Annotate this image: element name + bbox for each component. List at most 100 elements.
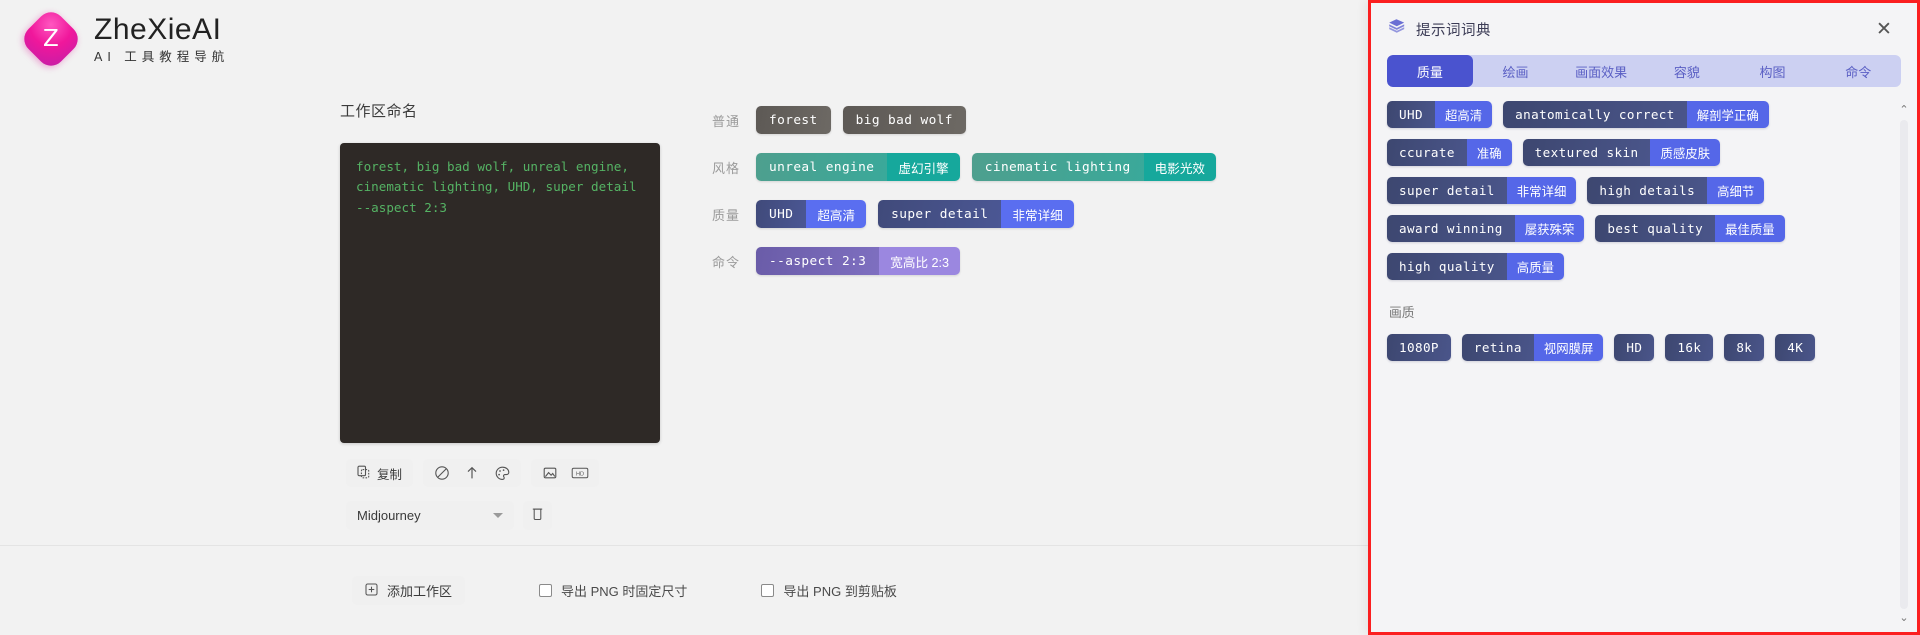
copy-button-label: 复制 xyxy=(377,467,403,482)
dictionary-tag[interactable]: HD xyxy=(1614,334,1655,361)
scrollbar-track[interactable] xyxy=(1900,120,1908,609)
dictionary-header: 提示词词典 ✕ xyxy=(1371,3,1917,55)
dictionary-tab[interactable]: 质量 xyxy=(1387,55,1473,87)
add-workspace-label: 添加工作区 xyxy=(387,584,453,599)
dictionary-tag-en: retina xyxy=(1461,334,1534,361)
app-root: Z ZheXieAI AI 工具教程导航 工作区命名 forest, big b… xyxy=(0,0,1920,635)
dictionary-tag[interactable]: high details 高细节 xyxy=(1587,177,1765,204)
prompt-tag[interactable]: forest xyxy=(756,106,831,134)
no-entry-icon[interactable] xyxy=(427,460,457,486)
prompt-tag-area: 普通 forest big bad wolf 风格 unreal engine 虚幻引擎 c… xyxy=(712,104,1216,292)
prompt-tag-zh: 虚幻引擎 xyxy=(887,153,960,181)
prompt-textarea[interactable]: forest, big bad wolf, unreal engine, cin… xyxy=(340,143,660,443)
palette-icon[interactable] xyxy=(487,460,517,486)
workspace-icon-group-1 xyxy=(423,459,522,487)
prompt-tag-zh: 超高清 xyxy=(806,200,867,228)
dictionary-tag-en: 4K xyxy=(1775,334,1816,361)
dictionary-tab[interactable]: 构图 xyxy=(1730,55,1816,87)
prompt-tag-en: cinematic lighting xyxy=(971,153,1144,181)
tag-list: unreal engine 虚幻引擎 cinematic lighting 电影光效 xyxy=(756,153,1216,181)
dictionary-tag[interactable]: anatomically correct 解剖学正确 xyxy=(1503,101,1769,128)
book-icon xyxy=(1387,18,1406,40)
dictionary-tag[interactable]: ccurate 准确 xyxy=(1387,139,1512,166)
dictionary-tag-list: UHD 超高清 anatomically correct 解剖学正确 ccurate 准确… xyxy=(1387,101,1901,280)
dictionary-tag-en: 8k xyxy=(1724,334,1765,361)
dictionary-title: 提示词词典 xyxy=(1416,22,1491,39)
chevron-down-icon xyxy=(493,513,503,518)
dictionary-tag-en: UHD xyxy=(1387,101,1435,128)
prompt-tag-en: --aspect 2:3 xyxy=(756,247,880,275)
dictionary-tag[interactable]: award winning 屡获殊荣 xyxy=(1387,215,1585,242)
dictionary-tag[interactable]: retina 视网膜屏 xyxy=(1461,334,1604,361)
logo-icon: Z xyxy=(18,6,84,72)
dictionary-tag-en: anatomically correct xyxy=(1503,101,1687,128)
prompt-tag[interactable]: UHD 超高清 xyxy=(756,200,867,228)
prompt-tag[interactable]: big bad wolf xyxy=(842,106,966,134)
dictionary-tab[interactable]: 画面效果 xyxy=(1558,55,1644,87)
scroll-down-icon[interactable]: ⌄ xyxy=(1899,613,1908,624)
tag-list: UHD 超高清 super detail 非常详细 xyxy=(756,200,1074,228)
arrow-up-icon[interactable] xyxy=(457,460,487,486)
dictionary-tag[interactable]: high quality 高质量 xyxy=(1387,253,1564,280)
dictionary-tag-zh: 非常详细 xyxy=(1506,177,1577,204)
workspace-icon-group-2: HD xyxy=(531,459,600,487)
dictionary-tag[interactable]: 16k xyxy=(1665,334,1714,361)
checkbox-fixed-size[interactable]: 导出 PNG 时固定尺寸 xyxy=(539,581,687,600)
prompt-tag-zh: 宽高比 2:3 xyxy=(879,247,961,275)
dictionary-tag-zh: 质感皮肤 xyxy=(1650,139,1720,166)
dictionary-tag[interactable]: 8k xyxy=(1724,334,1765,361)
prompt-tag-en: forest xyxy=(756,106,831,134)
dictionary-tag-zh: 超高清 xyxy=(1434,101,1493,128)
delete-workspace-button[interactable] xyxy=(523,501,552,530)
dictionary-tag-en: super detail xyxy=(1387,177,1507,204)
dictionary-tag[interactable]: best quality 最佳质量 xyxy=(1595,215,1785,242)
prompt-tag[interactable]: --aspect 2:3 宽高比 2:3 xyxy=(756,247,961,275)
dictionary-groups: UHD 超高清 anatomically correct 解剖学正确 ccurate 准确… xyxy=(1387,101,1901,361)
dictionary-tag-zh: 视网膜屏 xyxy=(1533,334,1604,361)
dictionary-tag[interactable]: 4K xyxy=(1775,334,1816,361)
dictionary-tag-en: best quality xyxy=(1595,215,1716,242)
checkbox-box-clipboard[interactable] xyxy=(761,584,775,597)
scroll-up-icon[interactable]: ⌃ xyxy=(1899,105,1908,116)
dictionary-tab[interactable]: 命令 xyxy=(1815,55,1901,87)
prompt-tag-en: super detail xyxy=(878,200,1002,228)
prompt-tag-en: big bad wolf xyxy=(842,106,966,134)
tag-row-label: 质量 xyxy=(712,207,741,223)
dictionary-tag[interactable]: 1080P xyxy=(1387,334,1451,361)
dictionary-tab[interactable]: 绘画 xyxy=(1473,55,1559,87)
prompt-tag[interactable]: unreal engine 虚幻引擎 xyxy=(756,153,960,181)
dictionary-scrollbar[interactable]: ⌃ ⌄ xyxy=(1895,101,1913,632)
bottom-toolbar: 添加工作区 导出 PNG 时固定尺寸 导出 PNG 到剪贴板 xyxy=(0,545,1368,635)
dictionary-tag[interactable]: super detail 非常详细 xyxy=(1387,177,1577,204)
prompt-tag-en: unreal engine xyxy=(756,153,888,181)
copy-button[interactable]: 复制 xyxy=(346,459,414,487)
dictionary-tag-zh: 高质量 xyxy=(1506,253,1564,280)
tag-list: forest big bad wolf xyxy=(756,106,966,134)
checkbox-clipboard[interactable]: 导出 PNG 到剪贴板 xyxy=(761,581,897,600)
model-select[interactable]: Midjourney xyxy=(346,501,514,530)
prompt-tag[interactable]: cinematic lighting 电影光效 xyxy=(971,153,1216,181)
workspace-name-label: 工作区命名 xyxy=(340,103,418,120)
brand-subtitle: AI 工具教程导航 xyxy=(94,49,230,64)
prompt-dictionary-panel: 提示词词典 ✕ 质量 绘画 画面效果 容貌 构图 命令 UHD 超高清 anatomicall… xyxy=(1368,0,1920,635)
dictionary-tabs: 质量 绘画 画面效果 容貌 构图 命令 xyxy=(1387,55,1901,87)
svg-text:HD: HD xyxy=(576,472,584,478)
dictionary-tab[interactable]: 容貌 xyxy=(1644,55,1730,87)
prompt-tag[interactable]: super detail 非常详细 xyxy=(878,200,1074,228)
image-icon[interactable] xyxy=(535,460,565,486)
hd-icon[interactable]: HD xyxy=(565,460,595,486)
plus-square-icon xyxy=(365,582,378,599)
trash-icon xyxy=(531,506,544,526)
dictionary-tag-zh: 准确 xyxy=(1466,139,1512,166)
dictionary-tag[interactable]: UHD 超高清 xyxy=(1387,101,1493,128)
dictionary-section-title: 画质 xyxy=(1389,305,1415,320)
add-workspace-button[interactable]: 添加工作区 xyxy=(352,576,466,605)
dictionary-tag[interactable]: textured skin 质感皮肤 xyxy=(1522,139,1720,166)
dictionary-tag-en: high quality xyxy=(1387,253,1507,280)
dictionary-tag-en: 1080P xyxy=(1387,334,1451,361)
checkbox-box-fixed-size[interactable] xyxy=(539,584,553,597)
close-icon[interactable]: ✕ xyxy=(1867,12,1901,46)
dictionary-tag-en: high details xyxy=(1587,177,1708,204)
prompt-tag-en: UHD xyxy=(756,200,807,228)
tag-row-label: 命令 xyxy=(712,254,741,270)
